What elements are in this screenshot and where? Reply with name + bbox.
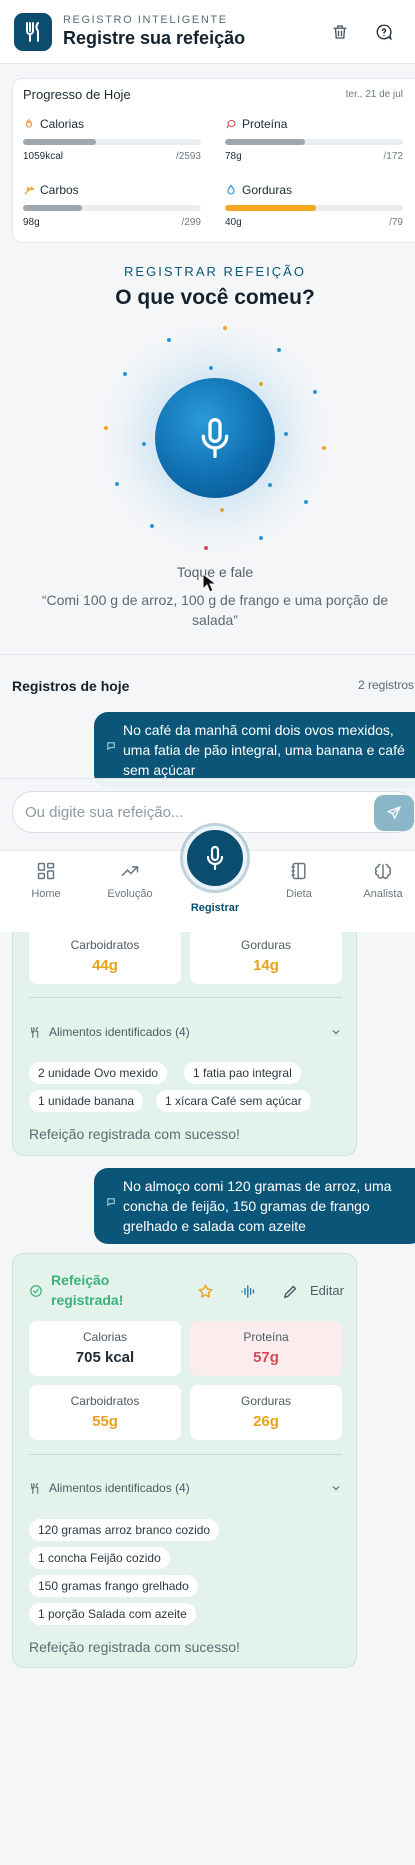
mic-icon xyxy=(201,418,229,458)
flame-icon xyxy=(25,118,33,128)
trash-icon[interactable] xyxy=(323,15,357,49)
user-message: No café da manhã comi dois ovos mexidos,… xyxy=(94,712,415,788)
section-kicker: REGISTRAR REFEIÇÃO xyxy=(124,264,306,279)
macro-value: 40g xyxy=(225,217,242,228)
daily-progress-card: Progresso de Hoje ter., 21 de jul Calori… xyxy=(12,78,415,243)
record-voice-button[interactable] xyxy=(155,378,275,498)
stat-fat: Gorduras 26g xyxy=(190,1385,342,1440)
voice-example: “Comi 100 g de arroz, 100 g de frango e … xyxy=(41,592,389,628)
food-chip: 120 gramas arroz branco cozido xyxy=(29,1519,220,1541)
stat-calories: Calorias 705 kcal xyxy=(29,1321,181,1376)
calories-progress-bar xyxy=(23,139,201,145)
food-chip: 1 concha Feijão cozido xyxy=(29,1547,170,1569)
pencil-icon[interactable] xyxy=(282,1283,299,1300)
drop-icon xyxy=(227,184,235,195)
chevron-down-icon xyxy=(332,1030,340,1035)
macro-goal: /299 xyxy=(181,217,201,228)
macro-fat: Gorduras 40g/79 xyxy=(225,183,403,228)
success-message: Refeição registrada com sucesso! xyxy=(29,1126,240,1142)
send-icon xyxy=(387,806,401,819)
macro-carbs: Carbos 98g/299 xyxy=(23,183,201,228)
macro-label: Calorias xyxy=(40,117,85,131)
edit-button[interactable]: Editar xyxy=(310,1283,344,1298)
macro-label: Proteína xyxy=(242,117,288,131)
header-kicker: REGISTRO INTELIGENTE xyxy=(63,14,228,26)
progress-title: Progresso de Hoje xyxy=(23,87,131,102)
fork-knife-logo-icon xyxy=(14,12,52,51)
meal-result-card: Refeição registrada! Editar Calorias 705… xyxy=(12,1253,357,1668)
page-title: Registre sua refeição xyxy=(63,28,246,48)
trend-icon xyxy=(121,866,139,876)
food-chip: 2 unidade Ovo mexido xyxy=(29,1062,168,1084)
chat-icon xyxy=(107,1198,115,1206)
chat-icon xyxy=(107,742,115,750)
protein-progress-bar xyxy=(225,139,403,145)
food-chip: 1 xícara Café sem açúcar xyxy=(156,1090,311,1112)
macro-value: 98g xyxy=(23,217,40,228)
progress-date: ter., 21 de jul xyxy=(345,89,403,100)
app-header: REGISTRO INTELIGENTE Registre sua refeiç… xyxy=(0,0,415,64)
send-button[interactable] xyxy=(374,795,414,831)
brain-icon xyxy=(374,863,392,879)
macro-goal: /2593 xyxy=(175,151,201,162)
macro-protein: Proteína 78g/172 xyxy=(225,117,403,162)
mic-icon xyxy=(206,845,224,871)
log-title: Registros de hoje xyxy=(12,678,130,694)
macro-goal: /172 xyxy=(383,151,403,162)
carbs-progress-bar xyxy=(23,205,201,211)
audio-wave-icon[interactable] xyxy=(240,1283,257,1300)
chevron-down-icon xyxy=(332,1486,340,1491)
nav-evolution[interactable]: Evolução xyxy=(95,861,165,900)
macro-value: 78g xyxy=(225,151,242,162)
check-circle-icon xyxy=(30,1285,42,1297)
food-chip: 1 unidade banana xyxy=(29,1090,144,1112)
nav-register-button[interactable] xyxy=(183,826,247,890)
log-count: 2 registros xyxy=(358,678,415,692)
wheat-icon xyxy=(24,186,35,195)
meal-card-header: Refeição registrada! Editar xyxy=(29,1270,344,1312)
section-question: O que você comeu? xyxy=(115,286,315,309)
divider xyxy=(29,1454,342,1455)
divider xyxy=(29,997,342,998)
food-chip: 1 fatia pao integral xyxy=(184,1062,301,1084)
food-chip: 150 gramas frango grelhado xyxy=(29,1575,198,1597)
help-icon[interactable] xyxy=(367,15,401,49)
nav-diet[interactable]: Dieta xyxy=(264,861,334,900)
stat-carbs: Carboidratos 55g xyxy=(29,1385,181,1440)
utensils-icon xyxy=(31,1026,39,1038)
macro-calories: Calorias 1059kcal/2593 xyxy=(23,117,201,162)
macro-value: 1059kcal xyxy=(23,151,64,162)
fat-progress-bar xyxy=(225,205,403,211)
identified-foods-toggle[interactable]: Alimentos identificados (4) xyxy=(29,1481,342,1495)
macro-goal: /79 xyxy=(389,217,403,228)
stat-carbs: Carboidratos 44g xyxy=(29,929,181,984)
divider xyxy=(0,654,415,655)
identified-foods-toggle[interactable]: Alimentos identificados (4) xyxy=(29,1025,342,1039)
food-chip: 1 porção Salada com azeite xyxy=(29,1603,196,1625)
meat-icon xyxy=(226,119,236,129)
notebook-icon xyxy=(291,862,306,880)
nav-home[interactable]: Home xyxy=(11,861,81,900)
macro-label: Carbos xyxy=(40,183,79,197)
stat-protein: Proteína 57g xyxy=(190,1321,342,1376)
star-icon[interactable] xyxy=(197,1283,214,1300)
meal-status: Refeição registrada! xyxy=(51,1272,124,1308)
stat-fat: Gorduras 14g xyxy=(190,929,342,984)
meal-result-card: Carboidratos 44g Gorduras 14g Alimentos … xyxy=(12,900,357,1156)
home-grid-icon xyxy=(37,862,55,880)
macro-label: Gorduras xyxy=(242,183,293,197)
nav-register-label: Registrar xyxy=(190,902,240,914)
user-message: No almoço comi 120 gramas de arroz, uma … xyxy=(94,1168,415,1244)
nav-analyst[interactable]: Analista xyxy=(348,861,415,900)
success-message: Refeição registrada com sucesso! xyxy=(29,1639,240,1655)
utensils-icon xyxy=(31,1482,39,1494)
